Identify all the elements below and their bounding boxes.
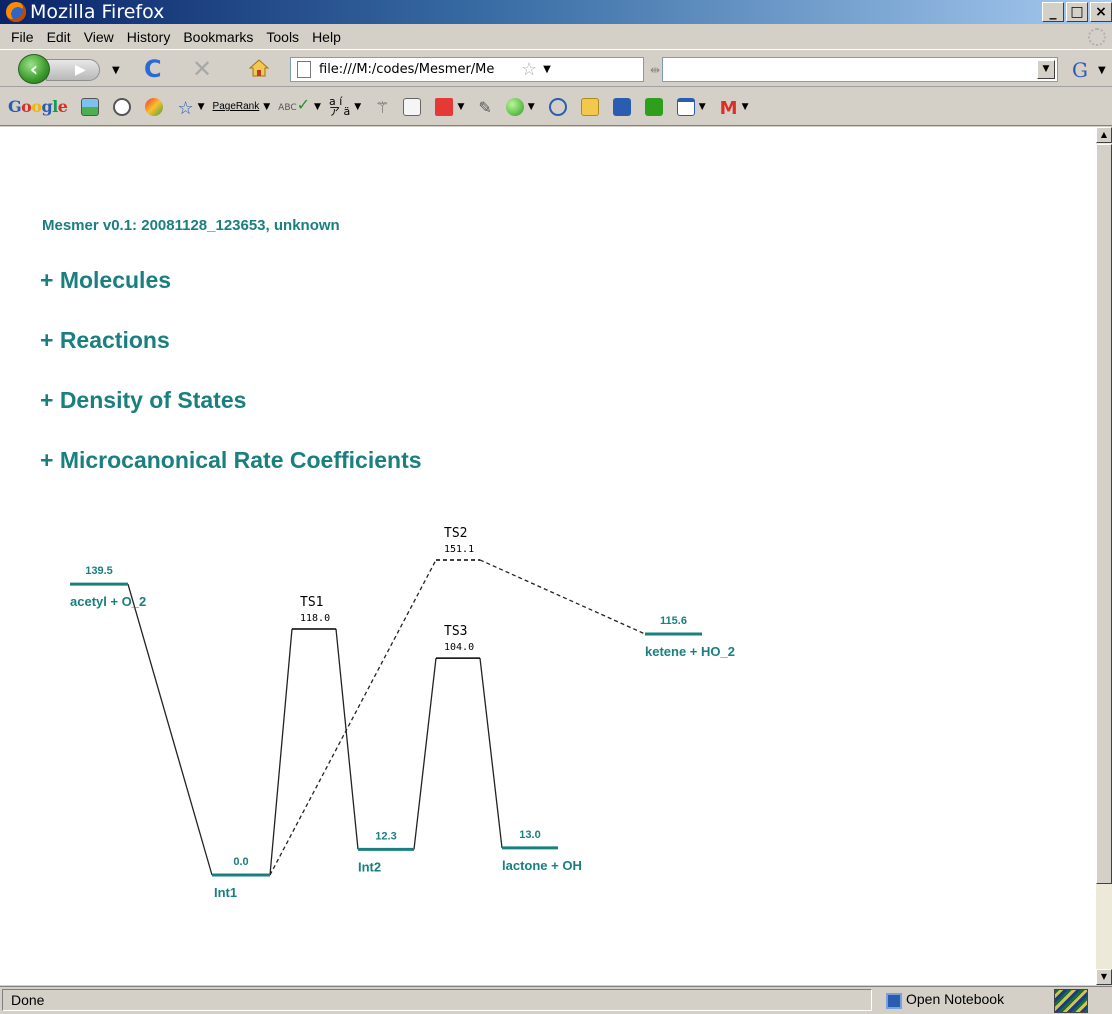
search-dropdown-button[interactable]: ▼ xyxy=(1037,60,1055,79)
home-icon[interactable] xyxy=(248,58,270,78)
minimize-button[interactable]: _ xyxy=(1042,2,1064,22)
gmail-dropdown-icon[interactable]: ▼ xyxy=(742,102,749,112)
dashed-path-line xyxy=(479,559,646,635)
int1-label: Int1 xyxy=(214,885,237,900)
calendar-icon[interactable] xyxy=(676,97,695,116)
wand-icon[interactable]: ⚚ xyxy=(375,98,389,117)
groups-icon[interactable] xyxy=(113,97,132,116)
url-input[interactable] xyxy=(319,62,519,77)
close-button[interactable]: × xyxy=(1090,2,1112,22)
stop-button[interactable]: ✕ xyxy=(192,55,212,83)
title-bar: Mozilla Firefox _ □ × xyxy=(0,0,1112,24)
acetyl-o-2-label: acetyl + O_2 xyxy=(70,594,146,609)
vertical-scrollbar[interactable]: ▲ ▼ xyxy=(1096,127,1112,985)
search-engine-icon[interactable]: G xyxy=(1072,58,1088,82)
path-line xyxy=(479,658,503,848)
reader-icon[interactable] xyxy=(644,97,663,116)
docs-icon[interactable] xyxy=(612,97,631,116)
pagerank-indicator[interactable]: PageRank xyxy=(213,101,260,112)
window-title: Mozilla Firefox xyxy=(30,1,165,23)
window-controls: _ □ × xyxy=(1042,2,1112,22)
scroll-thumb[interactable] xyxy=(1096,144,1112,884)
ketene-ho-2-label: ketene + HO_2 xyxy=(645,644,735,659)
path-line xyxy=(413,658,437,850)
scroll-up-icon[interactable]: ▲ xyxy=(1096,127,1112,143)
status-bar: Done Open Notebook xyxy=(0,986,1112,1014)
bookmarks-star-icon[interactable]: ☆ xyxy=(177,98,193,119)
path-line xyxy=(127,583,213,876)
search-bar[interactable]: ▼ xyxy=(662,57,1058,82)
menu-file[interactable]: File xyxy=(6,29,42,45)
reload-button[interactable]: C xyxy=(144,55,162,83)
send-to-icon[interactable] xyxy=(435,97,454,116)
translate-dropdown-icon[interactable]: ▼ xyxy=(354,102,361,112)
int2-label: Int2 xyxy=(358,859,381,874)
notebook-icon[interactable] xyxy=(580,97,599,116)
pagerank-dropdown-icon[interactable]: ▼ xyxy=(263,102,270,112)
status-dropdown-icon[interactable]: ▼ xyxy=(528,102,535,112)
notebook-status-icon[interactable] xyxy=(886,993,902,1009)
menu-help[interactable]: Help xyxy=(307,29,349,45)
int2-energy: 12.3 xyxy=(375,830,396,842)
sidewiki-icon[interactable] xyxy=(403,97,422,116)
acetyl-o-2-energy: 139.5 xyxy=(85,565,113,577)
met-office-icon[interactable] xyxy=(1054,989,1088,1013)
url-bar[interactable]: ☆ ▼ xyxy=(290,57,644,82)
bookmark-star-icon[interactable]: ☆ xyxy=(521,59,537,80)
ketene-ho-2-energy: 115.6 xyxy=(660,615,687,627)
ts1-label: TS1 xyxy=(300,595,323,610)
forward-button[interactable]: ▶ xyxy=(46,59,100,81)
status-green-icon[interactable] xyxy=(505,97,524,116)
search-input[interactable] xyxy=(663,58,1023,80)
lactone-oh-energy: 13.0 xyxy=(519,829,540,841)
ts2-label: TS2 xyxy=(444,526,467,541)
google-logo[interactable]: Google xyxy=(8,97,68,116)
menu-bar: File Edit View History Bookmarks Tools H… xyxy=(0,24,1112,50)
path-line xyxy=(335,628,359,850)
navigation-toolbar: ▶ ‹ ▼ C ✕ ☆ ▼ ⇹ ▼ G ▼ xyxy=(0,51,1112,87)
firefox-logo-icon xyxy=(6,2,26,22)
image-search-icon[interactable] xyxy=(81,97,100,116)
int1-energy: 0.0 xyxy=(233,856,248,868)
dashed-path-line xyxy=(269,559,437,876)
translate-icon[interactable]: a í ア ä xyxy=(329,96,350,117)
spellcheck-label: ABC xyxy=(278,103,297,113)
spellcheck-icon[interactable]: ABC✓ xyxy=(278,97,310,114)
path-line xyxy=(269,628,293,876)
bookmarks-dropdown-icon[interactable]: ▼ xyxy=(198,102,205,112)
page-content: Mesmer v0.1: 20081128_123653, unknown + … xyxy=(0,127,1096,985)
page-icon xyxy=(297,61,311,78)
send-to-dropdown-icon[interactable]: ▼ xyxy=(457,102,464,112)
menu-history[interactable]: History xyxy=(122,29,179,45)
ts2-energy: 151.1 xyxy=(444,544,474,555)
menu-view[interactable]: View xyxy=(79,29,122,45)
spellcheck-dropdown-icon[interactable]: ▼ xyxy=(314,102,321,112)
calendar-dropdown-icon[interactable]: ▼ xyxy=(699,102,706,112)
search-engine-dropdown-icon[interactable]: ▼ xyxy=(1098,65,1106,76)
menu-edit[interactable]: Edit xyxy=(42,29,79,45)
compass-icon[interactable] xyxy=(548,97,567,116)
status-text: Done xyxy=(2,989,872,1011)
highlight-icon[interactable]: ✎ xyxy=(478,98,491,117)
lactone-oh-label: lactone + OH xyxy=(502,858,582,873)
maximize-button[interactable]: □ xyxy=(1066,2,1088,22)
menu-bookmarks[interactable]: Bookmarks xyxy=(178,29,261,45)
scroll-down-icon[interactable]: ▼ xyxy=(1096,969,1112,985)
news-icon[interactable] xyxy=(145,97,164,116)
toolbar-splitter-icon[interactable]: ⇹ xyxy=(650,63,660,77)
energy-diagram: 139.5 acetyl + O_2 0.0 Int1 TS1 118.0 12.3 Int2… xyxy=(70,526,735,900)
history-dropdown-icon[interactable]: ▼ xyxy=(112,65,120,76)
ts3-label: TS3 xyxy=(444,624,467,639)
google-toolbar: Google ☆ ▼ PageRank ▼ ABC✓ ▼ a í ア ä ▼ ⚚… xyxy=(0,88,1112,126)
ts1-energy: 118.0 xyxy=(300,613,330,624)
menu-tools[interactable]: Tools xyxy=(261,29,307,45)
back-button[interactable]: ‹ xyxy=(18,54,50,84)
gmail-icon[interactable]: M xyxy=(720,98,738,119)
ts3-energy: 104.0 xyxy=(444,642,474,653)
throbber-icon xyxy=(1088,28,1106,46)
open-notebook-link[interactable]: Open Notebook xyxy=(906,991,1004,1007)
url-dropdown-icon[interactable]: ▼ xyxy=(543,64,551,75)
